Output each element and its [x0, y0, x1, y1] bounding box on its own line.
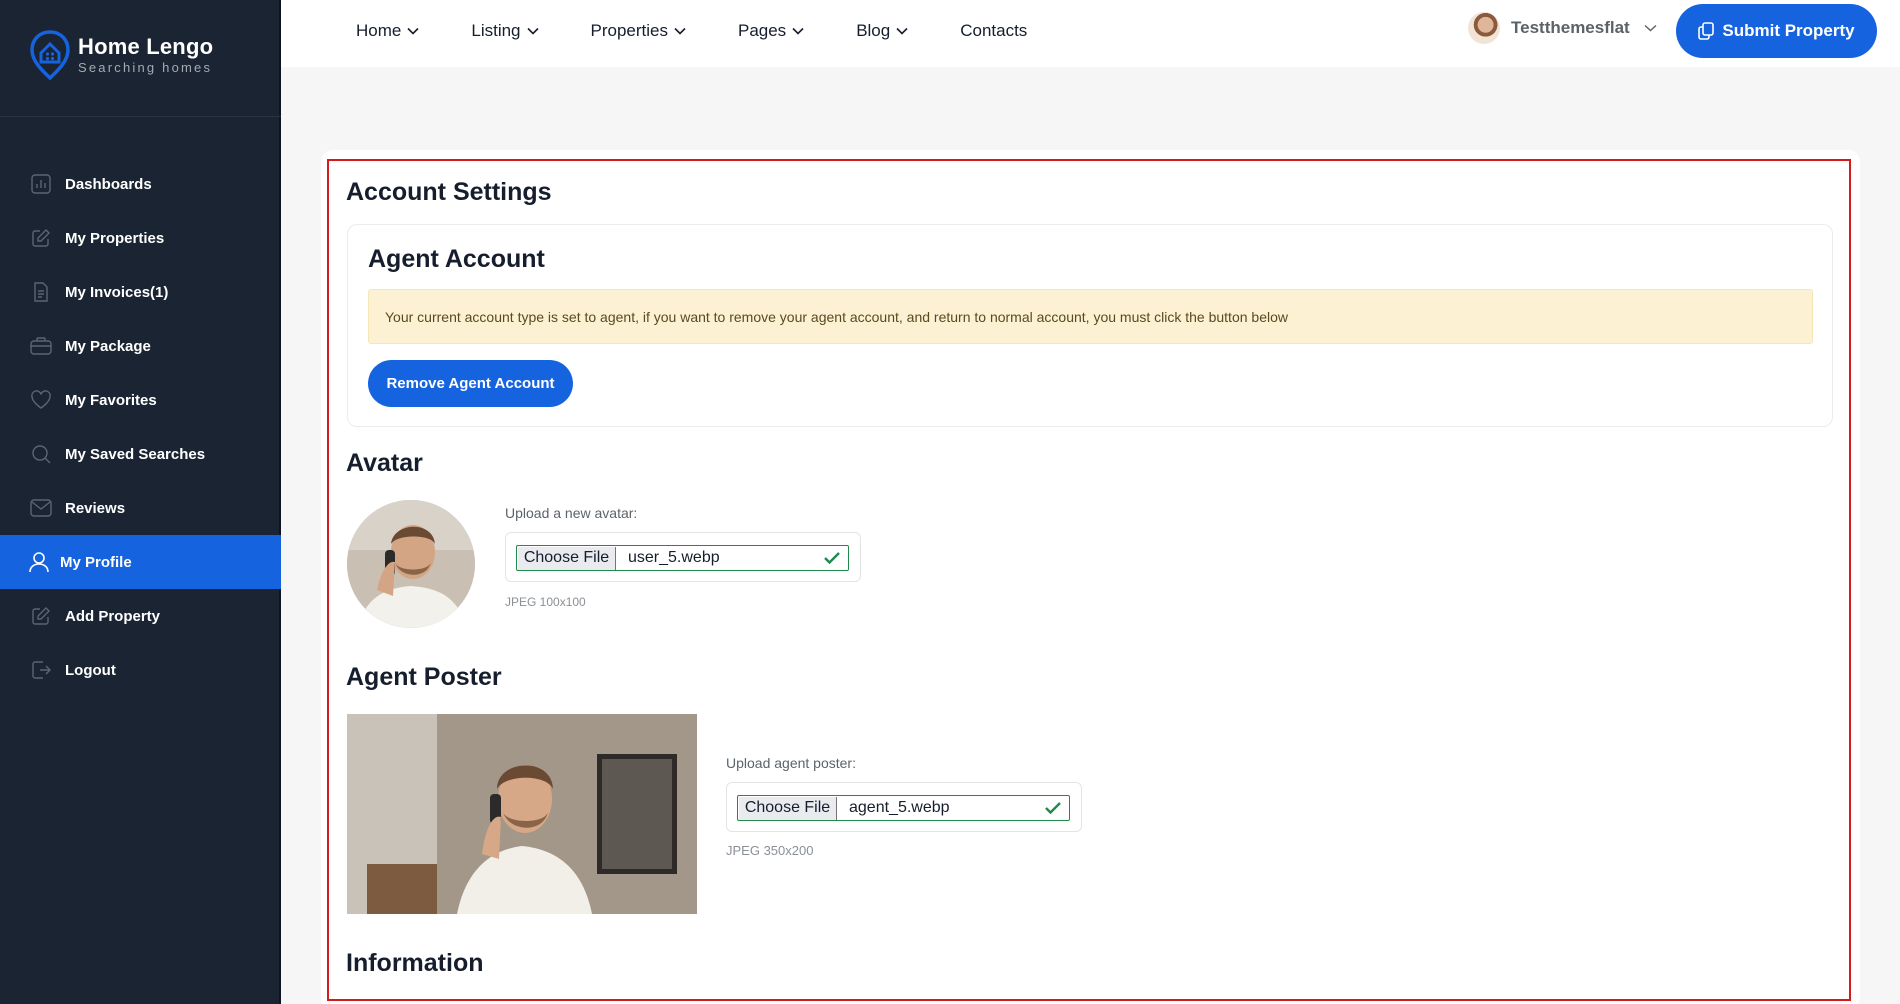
poster-choose-file-button[interactable]: Choose File: [739, 796, 837, 820]
search-icon: [30, 443, 52, 465]
nav-label: Blog: [856, 21, 891, 40]
user-name: Testthemesflat: [1511, 18, 1630, 37]
avatar-hint: JPEG 100x100: [505, 595, 586, 609]
account-type-alert: Your current account type is set to agen…: [368, 289, 1813, 344]
check-icon: [1045, 802, 1061, 814]
user-menu[interactable]: Testthemesflat: [1468, 12, 1657, 44]
sidebar-divider: [0, 116, 281, 117]
avatar-upload-label: Upload a new avatar:: [505, 505, 638, 521]
sidebar-item-label: My Profile: [60, 553, 132, 571]
sidebar-item-my-favorites[interactable]: My Favorites: [0, 373, 281, 427]
user-icon: [28, 551, 50, 573]
document-icon: [30, 281, 52, 303]
edit-icon: [30, 227, 52, 249]
sidebar-item-my-profile[interactable]: My Profile: [0, 535, 281, 589]
sidebar: Home Lengo Searching homes Dashboards My…: [0, 0, 281, 1004]
edit-icon: [30, 605, 52, 627]
nav-blog[interactable]: Blog: [856, 21, 908, 41]
sidebar-item-my-properties[interactable]: My Properties: [0, 211, 281, 265]
sidebar-item-label: My Properties: [65, 229, 165, 247]
sidebar-item-label: My Package: [65, 337, 151, 355]
nav-pages[interactable]: Pages: [738, 21, 804, 41]
chevron-down-icon: [1644, 24, 1657, 32]
nav-label: Home: [356, 21, 402, 40]
nav-label: Contacts: [960, 21, 1028, 40]
sidebar-item-reviews[interactable]: Reviews: [0, 481, 281, 535]
mail-icon: [30, 497, 52, 519]
avatar-section-title: Avatar: [346, 449, 423, 477]
poster-upload-label: Upload agent poster:: [726, 755, 856, 771]
nav-label: Listing: [471, 21, 521, 40]
nav-contacts[interactable]: Contacts: [960, 21, 1027, 41]
remove-agent-account-button[interactable]: Remove Agent Account: [368, 360, 573, 407]
chevron-down-icon: [896, 27, 908, 35]
brand-subtitle: Searching homes: [78, 60, 213, 75]
check-icon: [824, 552, 840, 564]
sidebar-item-logout[interactable]: Logout: [0, 643, 281, 697]
agent-account-card: Agent Account Your current account type …: [347, 224, 1833, 427]
submit-property-button[interactable]: Submit Property: [1676, 4, 1877, 58]
avatar-upload-box: Choose File user_5.webp: [505, 532, 861, 582]
avatar-file-name: user_5.webp: [628, 549, 720, 566]
poster-upload-box: Choose File agent_5.webp: [726, 782, 1082, 832]
logo-icon: [30, 30, 70, 81]
sidebar-item-label: My Favorites: [65, 391, 157, 409]
page-title: Account Settings: [346, 178, 552, 206]
chevron-down-icon: [407, 27, 419, 35]
sidebar-item-label: Add Property: [65, 607, 161, 625]
package-icon: [30, 335, 52, 357]
chevron-down-icon: [674, 27, 686, 35]
chevron-down-icon: [792, 27, 804, 35]
sidebar-item-label: Reviews: [65, 499, 126, 517]
poster-hint: JPEG 350x200: [726, 843, 814, 858]
nav-listing[interactable]: Listing: [471, 21, 539, 41]
avatar: [1468, 12, 1500, 44]
submit-property-label: Submit Property: [1722, 21, 1855, 40]
sidebar-item-my-invoices[interactable]: My Invoices(1): [0, 265, 281, 319]
poster-file-name: agent_5.webp: [849, 799, 950, 816]
logo[interactable]: Home Lengo Searching homes: [30, 29, 213, 81]
main-nav: Home Listing Properties Pages Blog Conta…: [356, 0, 1079, 62]
nav-label: Pages: [737, 21, 787, 40]
information-section-title: Information: [346, 949, 484, 977]
logout-icon: [30, 659, 52, 681]
sidebar-item-add-property[interactable]: Add Property: [0, 589, 281, 643]
copy-icon: [1698, 22, 1715, 40]
sidebar-item-label: My Invoices(1): [65, 283, 169, 301]
brand-title: Home Lengo: [78, 34, 214, 59]
avatar-file-input[interactable]: Choose File user_5.webp: [516, 545, 849, 571]
sidebar-item-my-package[interactable]: My Package: [0, 319, 281, 373]
sidebar-item-label: My Saved Searches: [65, 445, 206, 463]
heart-icon: [30, 389, 52, 411]
sidebar-menu: Dashboards My Properties My Invoices(1) …: [0, 157, 281, 697]
poster-section-title: Agent Poster: [346, 663, 502, 691]
chevron-down-icon: [526, 27, 539, 35]
sidebar-item-label: Dashboards: [65, 175, 152, 193]
poster-image: [347, 714, 697, 914]
nav-properties[interactable]: Properties: [591, 21, 686, 41]
nav-home[interactable]: Home: [356, 21, 419, 41]
chart-icon: [30, 173, 52, 195]
nav-label: Properties: [590, 21, 668, 40]
top-header: Home Listing Properties Pages Blog Conta…: [281, 0, 1900, 67]
sidebar-item-dashboards[interactable]: Dashboards: [0, 157, 281, 211]
sidebar-item-my-saved-searches[interactable]: My Saved Searches: [0, 427, 281, 481]
poster-file-input[interactable]: Choose File agent_5.webp: [737, 795, 1070, 821]
sidebar-item-label: Logout: [65, 661, 116, 679]
avatar-image: [347, 500, 475, 628]
agent-account-title: Agent Account: [368, 245, 545, 273]
avatar-choose-file-button[interactable]: Choose File: [518, 546, 616, 570]
